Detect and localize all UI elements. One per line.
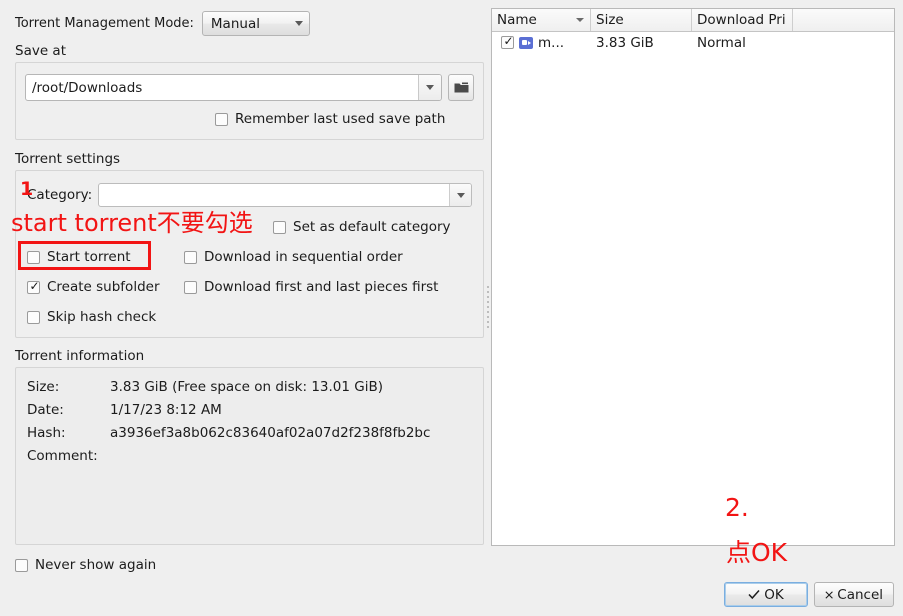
save-path-value: /root/Downloads <box>32 79 143 96</box>
set-as-default-category-checkbox[interactable]: Set as default category <box>273 219 451 235</box>
category-dropdown-button[interactable] <box>449 184 472 206</box>
checkbox-box <box>215 112 228 126</box>
file-selected-checkbox[interactable] <box>501 35 515 50</box>
start-torrent-checkbox[interactable]: Start torrent <box>27 249 131 265</box>
ok-button-label: OK <box>764 586 784 603</box>
browse-folder-button[interactable] <box>448 74 474 101</box>
column-header-filler <box>793 9 894 31</box>
never-show-again-label: Never show again <box>35 557 157 573</box>
never-show-again-checkbox[interactable]: Never show again <box>15 557 156 573</box>
date-label: Date: <box>27 402 64 418</box>
torrent-settings-group-title: Torrent settings <box>15 151 121 167</box>
column-header-name[interactable]: Name <box>492 9 591 31</box>
checkbox-box <box>27 310 40 324</box>
save-path-input[interactable]: /root/Downloads <box>25 74 442 101</box>
category-label: Category: <box>27 187 93 203</box>
save-path-dropdown-button[interactable] <box>418 75 441 100</box>
left-pane: Torrent Management Mode: Manual Save at … <box>0 0 484 616</box>
checkbox-box <box>15 558 28 572</box>
column-header-size[interactable]: Size <box>591 9 692 31</box>
ok-button[interactable]: OK <box>724 582 808 607</box>
table-row[interactable]: m... 3.83 GiB Normal <box>492 32 894 53</box>
sort-descending-icon <box>576 18 584 22</box>
checkbox-box <box>184 280 197 294</box>
comment-label: Comment: <box>27 448 98 464</box>
checkbox-box <box>27 250 40 264</box>
category-row: Category: <box>27 183 473 207</box>
torrent-information-group-title: Torrent information <box>15 348 145 364</box>
file-list-panel: Name Size Download Pri m... 3.83 GiB Nor… <box>491 8 895 546</box>
video-file-icon <box>519 36 533 49</box>
hash-value: a3936ef3a8b062c83640af02a07d2f238f8fb2bc <box>110 425 431 441</box>
download-sequential-label: Download in sequential order <box>204 249 403 265</box>
torrent-management-mode-row: Torrent Management Mode: Manual <box>15 11 310 36</box>
torrent-information-grid: Size: 3.83 GiB (Free space on disk: 13.0… <box>27 379 430 464</box>
checkbox-box <box>27 278 41 295</box>
size-label: Size: <box>27 379 60 395</box>
column-header-name-label: Name <box>497 12 537 28</box>
pane-splitter[interactable] <box>484 0 491 616</box>
category-input[interactable] <box>98 183 473 207</box>
torrent-management-mode-value: Manual <box>210 15 260 32</box>
skip-hash-check-label: Skip hash check <box>47 309 157 325</box>
create-subfolder-label: Create subfolder <box>47 279 160 295</box>
column-header-download-priority[interactable]: Download Pri <box>692 9 793 31</box>
file-size-cell: 3.83 GiB <box>596 34 654 51</box>
remember-last-save-path-checkbox[interactable]: Remember last used save path <box>215 111 445 127</box>
splitter-grip-icon <box>486 286 489 330</box>
torrent-management-mode-select[interactable]: Manual <box>201 11 310 36</box>
checkbox-box <box>273 220 286 234</box>
cancel-button[interactable]: Cancel <box>814 582 894 607</box>
file-name-cell: m... <box>492 35 591 51</box>
column-header-size-label: Size <box>596 12 624 28</box>
save-path-row: /root/Downloads <box>25 74 474 101</box>
comment-value <box>110 448 430 464</box>
download-first-last-checkbox[interactable]: Download first and last pieces first <box>184 279 438 295</box>
remember-last-save-path-label: Remember last used save path <box>235 111 446 127</box>
torrent-management-mode-label: Torrent Management Mode: <box>15 16 194 31</box>
download-sequential-checkbox[interactable]: Download in sequential order <box>184 249 403 265</box>
start-torrent-label: Start torrent <box>47 249 131 265</box>
cross-icon <box>825 590 833 599</box>
chevron-down-icon <box>426 85 434 90</box>
save-at-group-title: Save at <box>15 43 66 59</box>
download-first-last-label: Download first and last pieces first <box>204 279 439 295</box>
checkbox-box <box>184 250 197 264</box>
set-as-default-category-label: Set as default category <box>293 219 451 235</box>
column-header-download-priority-label: Download Pri <box>697 12 786 28</box>
skip-hash-check-checkbox[interactable]: Skip hash check <box>27 309 156 325</box>
folder-icon <box>454 82 468 93</box>
category-value <box>99 184 449 206</box>
file-priority-cell: Normal <box>697 34 746 51</box>
file-name-label: m... <box>538 34 565 51</box>
date-value: 1/17/23 8:12 AM <box>110 402 222 418</box>
add-torrent-dialog: Torrent Management Mode: Manual Save at … <box>0 0 903 616</box>
cancel-button-label: Cancel <box>837 586 883 603</box>
create-subfolder-checkbox[interactable]: Create subfolder <box>27 278 160 295</box>
hash-label: Hash: <box>27 425 66 441</box>
check-icon <box>748 590 760 600</box>
size-value: 3.83 GiB (Free space on disk: 13.01 GiB) <box>110 379 384 395</box>
file-list-header: Name Size Download Pri <box>492 9 894 32</box>
chevron-down-icon <box>456 192 465 198</box>
chevron-down-icon <box>294 21 303 26</box>
